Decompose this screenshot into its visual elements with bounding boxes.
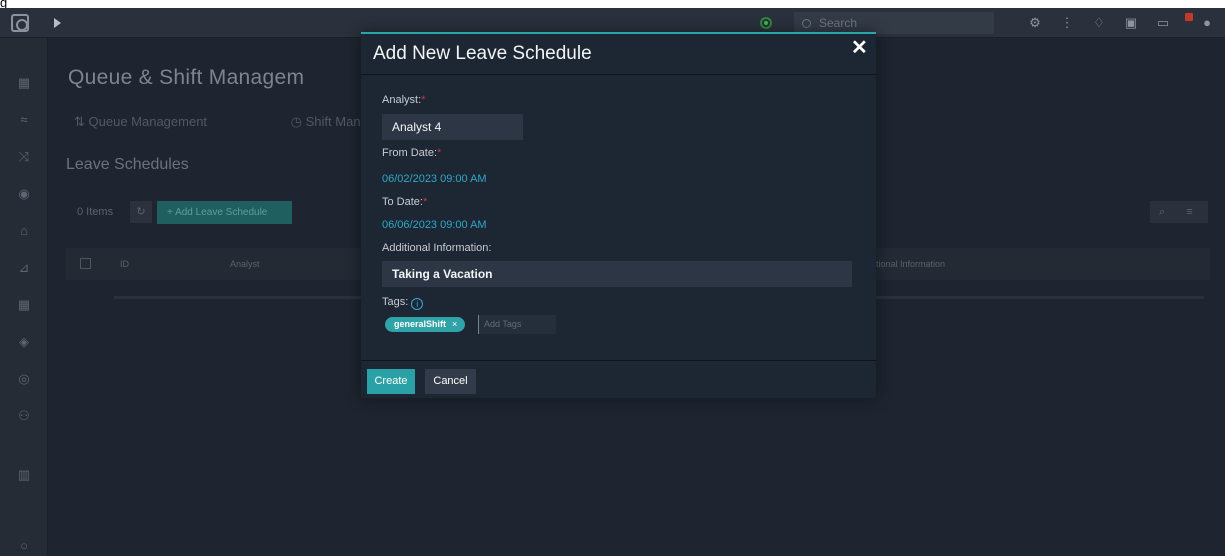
chart-icon[interactable]: ⊿: [16, 260, 32, 276]
help-icon[interactable]: ○: [16, 538, 32, 554]
building-icon[interactable]: ⌂: [16, 223, 32, 239]
modal-header: Add New Leave Schedule ✕: [361, 34, 876, 75]
grid-icon[interactable]: ▦: [16, 297, 32, 313]
queue-icon[interactable]: ≈: [16, 112, 32, 128]
info-icon[interactable]: i: [411, 298, 424, 310]
from-date-label-text: From Date:: [382, 147, 438, 159]
shuffle-icon[interactable]: ⤨: [16, 149, 32, 165]
modal-title: Add New Leave Schedule: [373, 43, 592, 64]
app-logo-icon[interactable]: [11, 14, 29, 32]
cancel-button[interactable]: Cancel: [425, 369, 476, 394]
corner-glyph: g: [0, 0, 8, 10]
trash-icon[interactable]: ▥: [16, 467, 32, 483]
bell-icon[interactable]: ♢: [1092, 16, 1106, 30]
tab-queue-label: Queue Management: [88, 114, 208, 129]
add-tags-input[interactable]: Add Tags: [478, 315, 556, 334]
tag-chip-label: generalShift: [394, 319, 447, 329]
from-date-label: From Date:*: [382, 147, 441, 159]
table-tools: ⌕ ≡: [1150, 201, 1208, 223]
workflow-icon[interactable]: ⋮: [1060, 16, 1074, 30]
additional-information-label: Additional Information:: [382, 242, 492, 254]
analyst-label-text: Analyst:: [382, 94, 422, 106]
remove-tag-icon[interactable]: ×: [452, 319, 457, 329]
from-date-field[interactable]: 06/02/2023 09:00 AM: [382, 173, 487, 185]
search-input[interactable]: Search: [794, 12, 994, 34]
analyst-select[interactable]: Analyst 4: [382, 114, 523, 140]
to-date-field[interactable]: 06/06/2023 09:00 AM: [382, 219, 487, 231]
section-title: Leave Schedules: [66, 156, 189, 173]
required-mark: *: [421, 94, 426, 106]
user-icon[interactable]: ●: [1200, 16, 1214, 30]
expand-sidebar-icon[interactable]: [54, 18, 61, 28]
search-placeholder: Search: [819, 16, 858, 30]
badge-icon[interactable]: ◉: [16, 186, 32, 202]
select-all-checkbox[interactable]: [80, 258, 91, 269]
create-button[interactable]: Create: [367, 369, 415, 394]
app-window: Search ⚙ ⋮ ♢ ▣ ▭ ● ▦ ≈ ⤨ ◉ ⌂ ⊿ ▦ ◈ ◎ ⚇ ▥…: [0, 8, 1225, 556]
settings-icon[interactable]: ⚙: [1028, 16, 1042, 30]
additional-information-input[interactable]: Taking a Vacation: [382, 261, 852, 287]
tag-chip[interactable]: generalShift ×: [385, 317, 466, 332]
add-leave-schedule-modal: Add New Leave Schedule ✕ Analyst:* Analy…: [361, 32, 876, 398]
items-count: 0 Items: [77, 206, 114, 218]
refresh-button[interactable]: ↻: [130, 201, 152, 223]
clipboard-icon[interactable]: ▣: [1124, 16, 1138, 30]
tab-shift-label: Shift Mana: [305, 114, 368, 129]
status-indicator-icon[interactable]: [760, 17, 772, 29]
dashboard-icon[interactable]: ▦: [16, 75, 32, 91]
shield-icon[interactable]: ◈: [16, 334, 32, 350]
required-mark: *: [437, 147, 442, 159]
modal-footer-divider: [361, 360, 876, 361]
required-mark: *: [422, 196, 428, 208]
screen-alert-icon[interactable]: ▭: [1156, 16, 1170, 30]
columns-menu-icon[interactable]: ≡: [1186, 206, 1192, 218]
to-date-label-text: To Date:: [382, 196, 423, 208]
team-icon[interactable]: ⚇: [16, 408, 32, 424]
tab-queue-management[interactable]: ⇅ Queue Management: [74, 114, 247, 129]
add-leave-schedule-button[interactable]: + Add Leave Schedule: [157, 201, 292, 224]
to-date-label: To Date:*: [382, 196, 427, 208]
column-analyst[interactable]: Analyst: [230, 259, 260, 269]
table-search-icon[interactable]: ⌕: [1159, 206, 1165, 218]
search-icon: [802, 19, 811, 28]
globe-icon[interactable]: ◎: [16, 371, 32, 387]
close-icon[interactable]: ✕: [851, 38, 868, 58]
column-additional-information[interactable]: itional Information: [874, 259, 945, 269]
sidebar: ▦ ≈ ⤨ ◉ ⌂ ⊿ ▦ ◈ ◎ ⚇ ▥ ○: [0, 38, 48, 556]
analyst-label: Analyst:*: [382, 94, 425, 106]
page-title: Queue & Shift Managem: [68, 66, 305, 89]
tags-label-text: Tags:: [382, 296, 409, 308]
tags-label: Tags: i: [382, 296, 424, 310]
alert-badge: [1185, 13, 1193, 21]
column-id[interactable]: ID: [120, 259, 129, 269]
